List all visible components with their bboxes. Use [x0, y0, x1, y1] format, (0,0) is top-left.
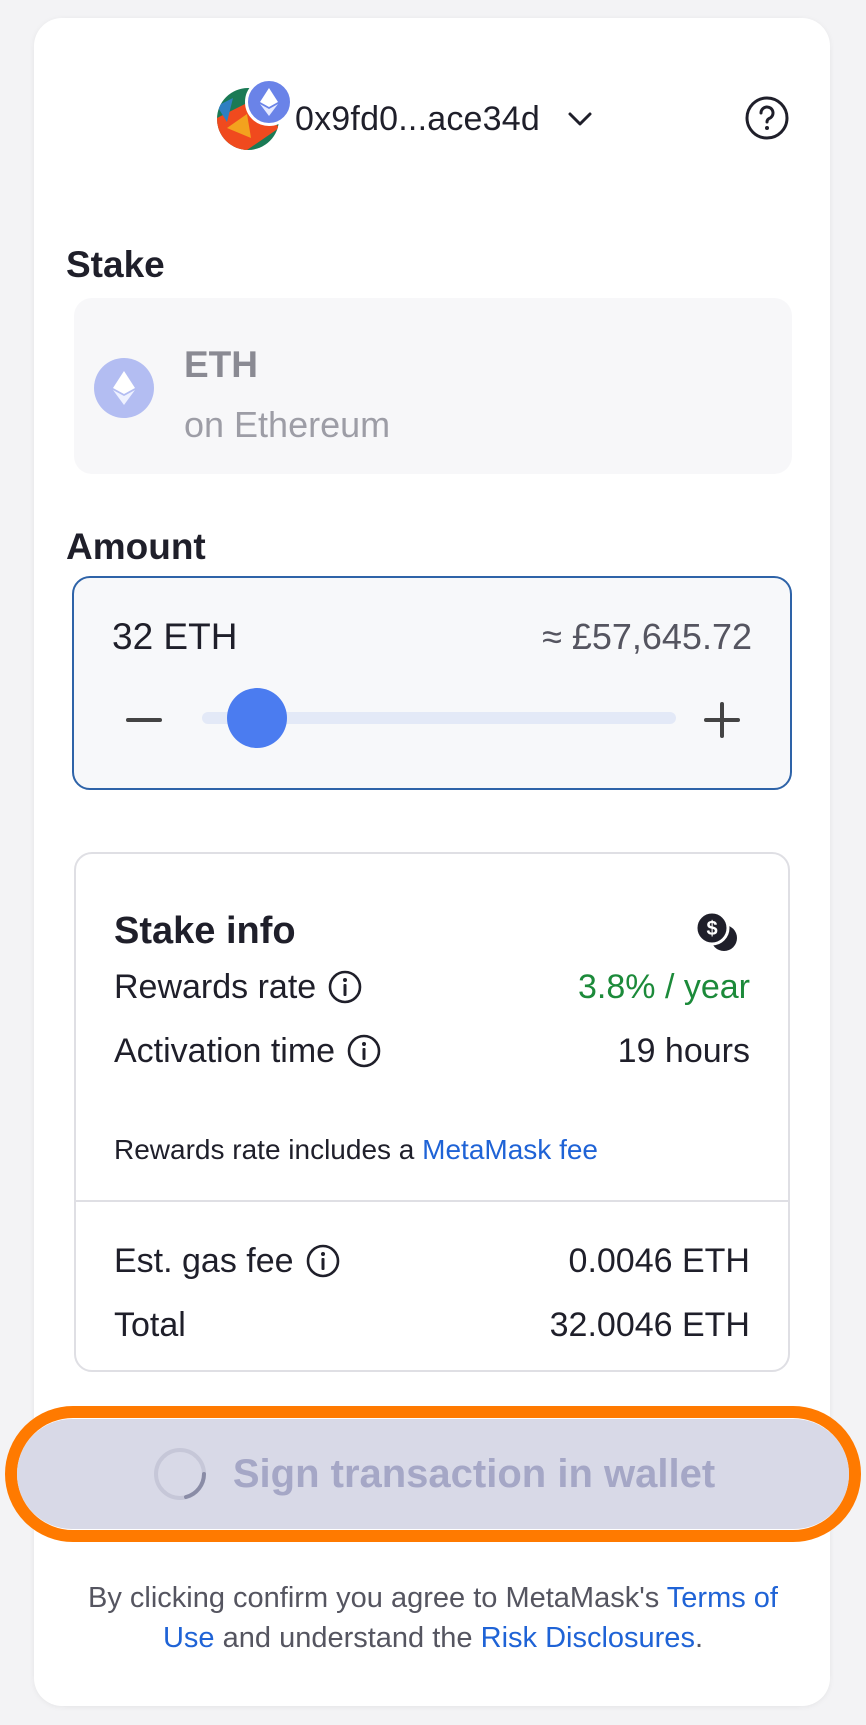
- gas-fee-label: Est. gas fee: [114, 1241, 294, 1280]
- footer-period: .: [694, 1622, 704, 1654]
- info-icon[interactable]: [347, 1034, 381, 1068]
- amount-slider-thumb[interactable]: [226, 688, 287, 748]
- terms-footer: By clicking confirm you agree to MetaMas…: [60, 1578, 806, 1658]
- rewards-rate-row: Rewards rate 3.8% / year: [114, 964, 750, 1010]
- sign-transaction-button[interactable]: Sign transaction in wallet: [17, 1419, 849, 1529]
- help-icon[interactable]: [743, 94, 791, 142]
- total-row: Total 32.0046 ETH: [114, 1302, 750, 1348]
- avatar: [217, 78, 293, 150]
- rewards-note-text: Rewards rate includes a: [114, 1134, 415, 1165]
- svg-text:$: $: [706, 918, 717, 940]
- activation-time-value: 19 hours: [617, 1031, 750, 1070]
- account-address: 0x9fd0...ace34d: [295, 99, 540, 138]
- asset-symbol: ETH: [184, 344, 258, 385]
- header: 0x9fd0...ace34d: [34, 18, 830, 150]
- risk-disclosures-link[interactable]: Risk Disclosures: [481, 1622, 695, 1654]
- divider: [76, 1200, 788, 1202]
- amount-label: Amount: [66, 526, 206, 567]
- chevron-down-icon: [568, 112, 592, 126]
- gas-fee-row: Est. gas fee 0.0046 ETH: [114, 1238, 750, 1284]
- footer-text-middle: and understand the: [222, 1622, 473, 1654]
- rewards-note: Rewards rate includes a MetaMask fee: [114, 1134, 598, 1166]
- info-icon[interactable]: [306, 1244, 340, 1278]
- eth-token-icon: [94, 358, 154, 418]
- amount-input[interactable]: 32 ETH ≈ £57,645.72: [72, 576, 792, 790]
- gas-fee-value: 0.0046 ETH: [568, 1241, 750, 1280]
- total-label: Total: [114, 1305, 186, 1344]
- loading-spinner-icon: [153, 1448, 206, 1500]
- sign-transaction-label: Sign transaction in wallet: [232, 1451, 716, 1496]
- activation-time-row: Activation time 19 hours: [114, 1028, 750, 1074]
- increase-button[interactable]: [704, 702, 740, 738]
- info-icon[interactable]: [328, 970, 362, 1004]
- stake-info-panel: Stake info $ Rewards rate 3.8% / year Ac…: [74, 852, 790, 1372]
- asset-selector: ETH on Ethereum: [74, 298, 792, 474]
- fiat-value: ≈ £57,645.72: [542, 616, 752, 657]
- activation-time-label: Activation time: [114, 1031, 336, 1070]
- ethereum-network-icon: [245, 78, 293, 126]
- coins-icon: $: [694, 910, 737, 951]
- stake-info-title: Stake info: [114, 910, 296, 952]
- amount-value: 32 ETH: [112, 616, 238, 657]
- rewards-rate-value: 3.8% / year: [578, 967, 750, 1006]
- asset-network: on Ethereum: [184, 404, 391, 445]
- account-selector[interactable]: 0x9fd0...ace34d: [217, 78, 594, 150]
- footer-text: By clicking confirm you agree to MetaMas…: [88, 1582, 660, 1614]
- rewards-rate-label: Rewards rate: [114, 967, 317, 1006]
- decrease-button[interactable]: [126, 718, 162, 722]
- stake-label: Stake: [66, 244, 165, 285]
- total-value: 32.0046 ETH: [549, 1305, 750, 1344]
- metamask-fee-link[interactable]: MetaMask fee: [422, 1134, 598, 1165]
